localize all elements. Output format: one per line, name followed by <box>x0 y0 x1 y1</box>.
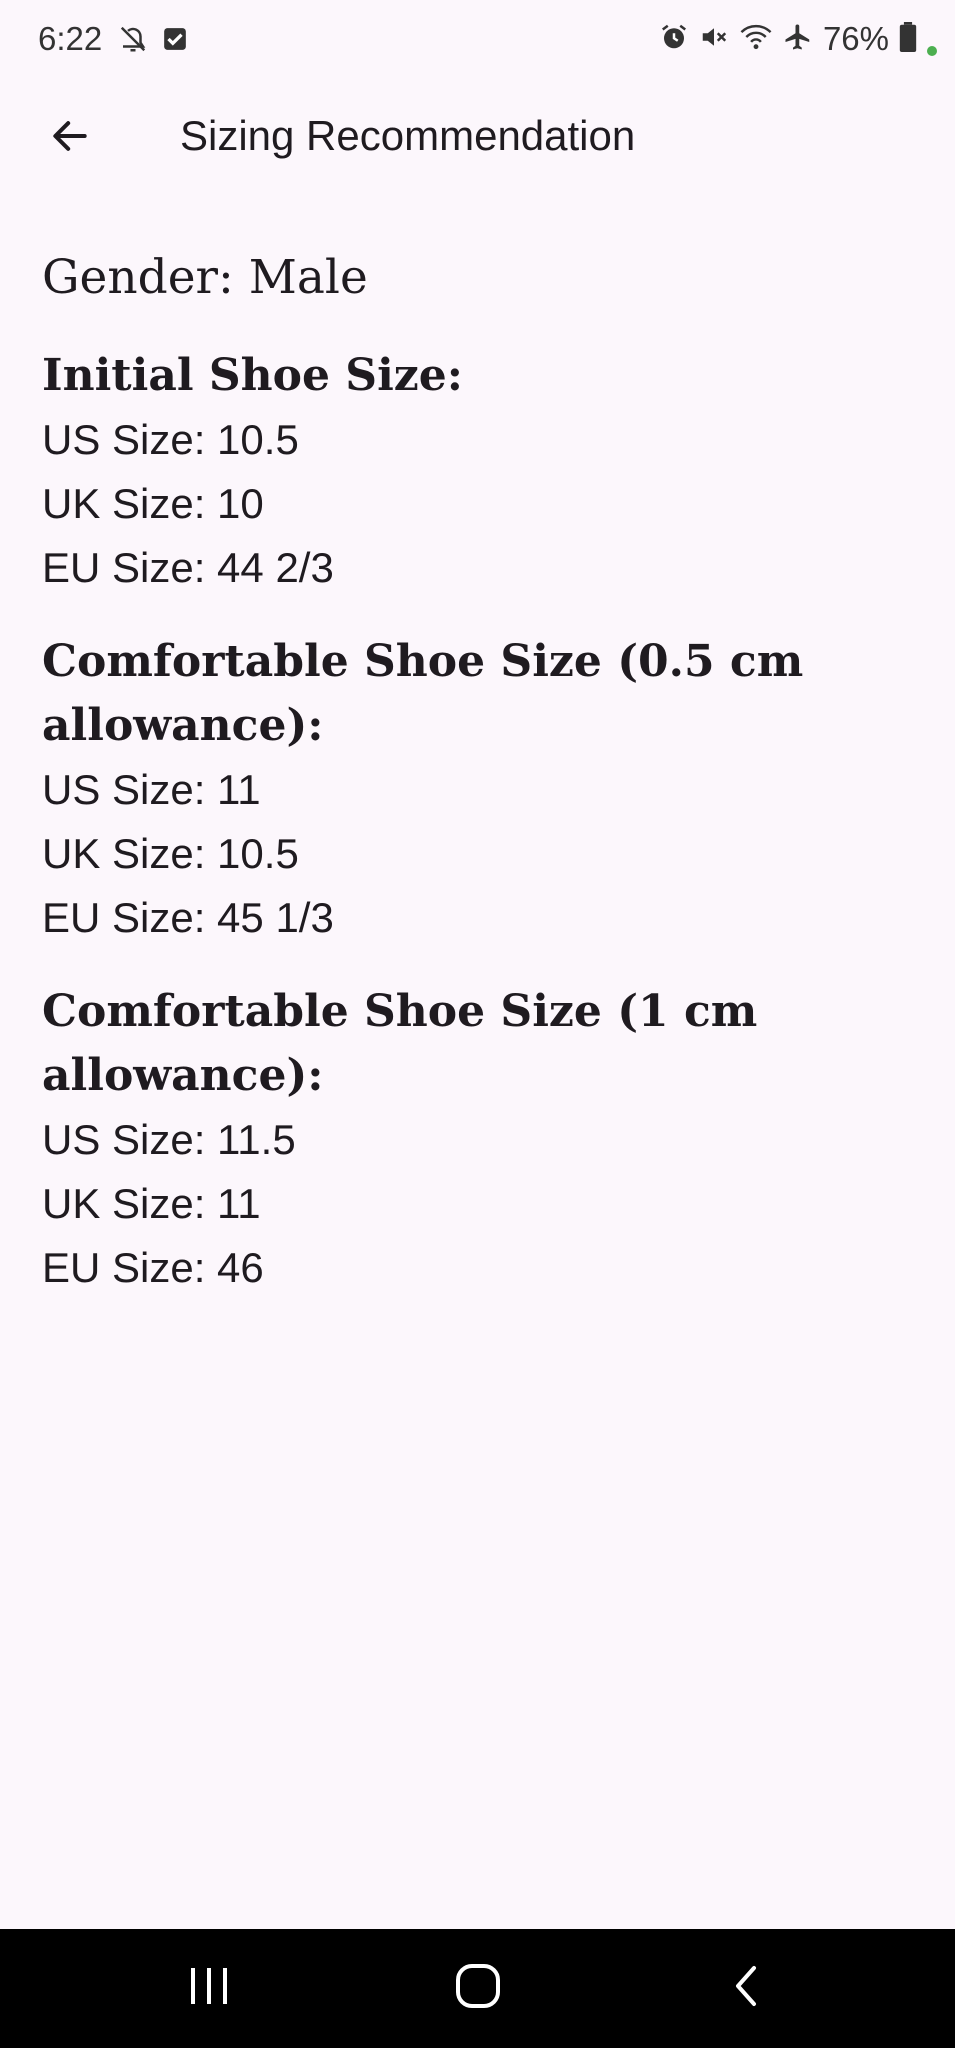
initial-size-section: Initial Shoe Size: US Size: 10.5 UK Size… <box>42 344 922 600</box>
recent-apps-icon <box>187 1966 233 2011</box>
section-heading: Comfortable Shoe Size (0.5 cm allowance)… <box>42 636 804 751</box>
recent-apps-button[interactable] <box>150 1929 270 2048</box>
status-left-icons <box>118 24 188 59</box>
comfortable-size-half-cm-section: Comfortable Shoe Size (0.5 cm allowance)… <box>42 630 922 950</box>
eu-size: EU Size: 44 2/3 <box>42 544 334 591</box>
sizing-content: Gender: Male Initial Shoe Size: US Size:… <box>42 246 922 1330</box>
comfortable-size-one-cm-section: Comfortable Shoe Size (1 cm allowance): … <box>42 980 922 1300</box>
home-icon <box>454 1962 502 2015</box>
alarm-icon <box>659 22 689 57</box>
eu-size: EU Size: 46 <box>42 1244 264 1291</box>
us-size: US Size: 10.5 <box>42 416 299 463</box>
gender-text: Gender: Male <box>42 250 368 305</box>
section-heading: Comfortable Shoe Size (1 cm allowance): <box>42 986 758 1101</box>
mute-icon <box>699 22 729 57</box>
notifications-off-icon <box>118 24 148 59</box>
privacy-indicator-dot <box>927 46 937 56</box>
uk-size: UK Size: 10 <box>42 480 264 527</box>
airplane-icon <box>783 22 813 57</box>
back-icon <box>730 1964 762 2013</box>
battery-icon <box>899 21 917 57</box>
system-nav-bar <box>0 1929 955 2048</box>
checkbox-icon <box>162 26 188 57</box>
back-button[interactable] <box>38 110 102 166</box>
eu-size: EU Size: 45 1/3 <box>42 894 334 941</box>
uk-size: UK Size: 11 <box>42 1180 261 1227</box>
status-bar: 6:22 76% <box>0 0 955 84</box>
nav-back-button[interactable] <box>686 1929 806 2048</box>
battery-percent: 76% <box>822 20 889 57</box>
page-title: Sizing Recommendation <box>180 112 636 159</box>
arrow-back-icon <box>48 114 92 163</box>
status-right-icons: 76% <box>659 20 937 58</box>
wifi-icon <box>739 22 773 57</box>
home-button[interactable] <box>418 1929 538 2048</box>
section-heading: Initial Shoe Size: <box>42 350 464 401</box>
uk-size: UK Size: 10.5 <box>42 830 299 877</box>
app-bar: Sizing Recommendation <box>0 96 955 180</box>
status-time: 6:22 <box>38 20 103 57</box>
us-size: US Size: 11.5 <box>42 1116 296 1163</box>
us-size: US Size: 11 <box>42 766 261 813</box>
